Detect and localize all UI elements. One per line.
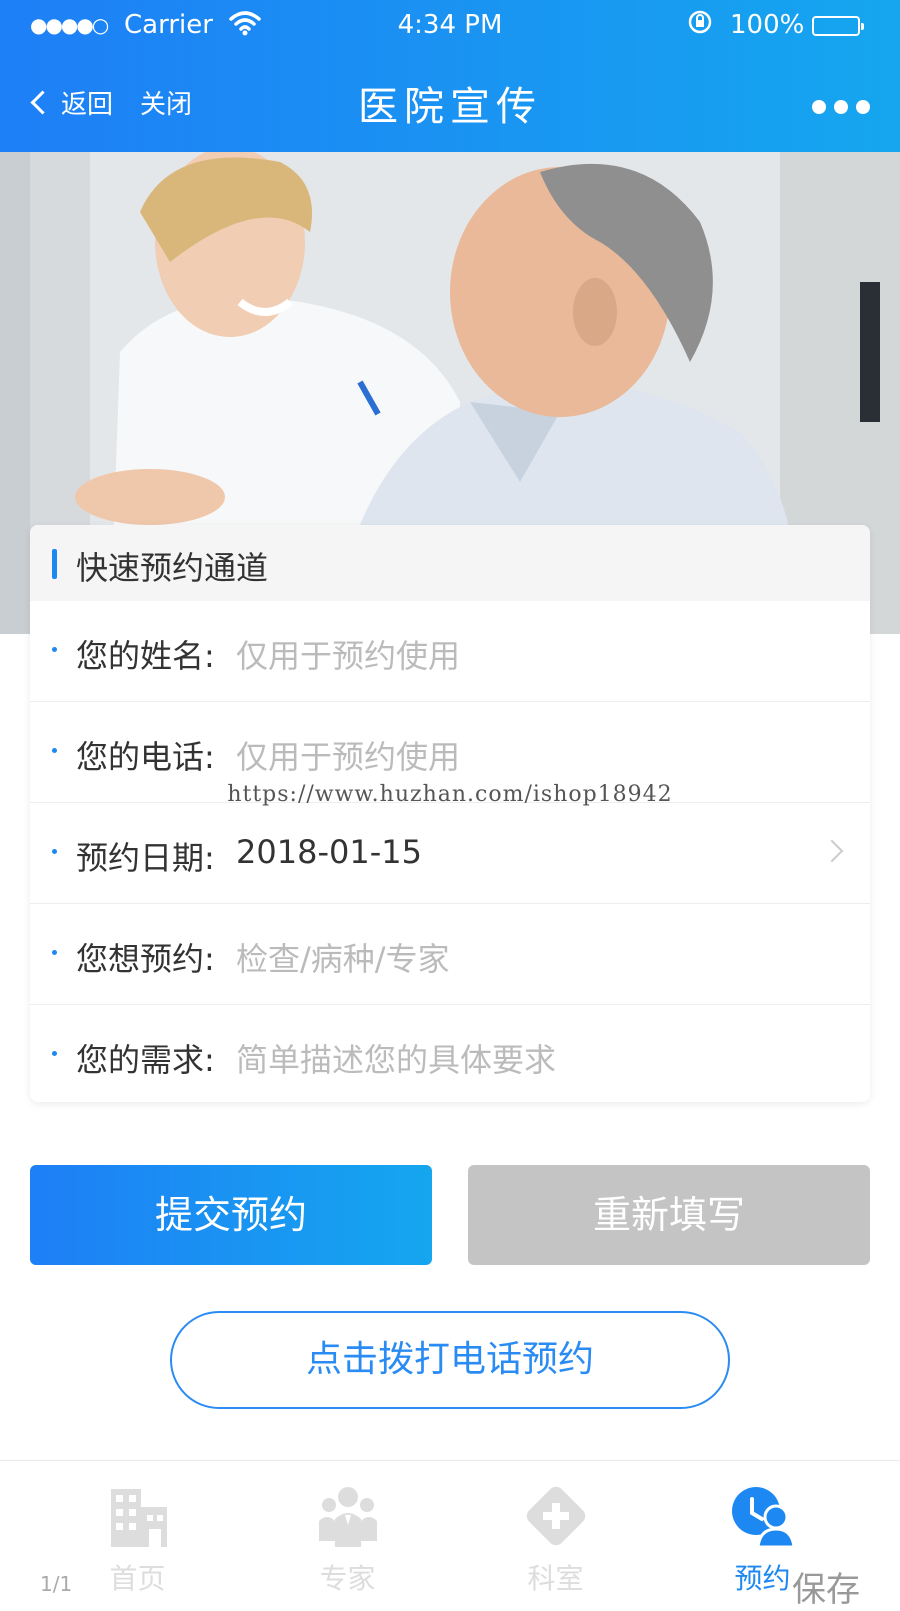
save-button[interactable]: 保存 <box>792 1562 860 1611</box>
bullet-dot <box>52 748 57 753</box>
form-header: 快速预约通道 <box>30 525 870 601</box>
reset-form-button[interactable]: 重新填写 <box>468 1165 870 1265</box>
status-bar: ●●●●○ Carrier 4:34 PM 100% <box>0 0 900 54</box>
tab-experts[interactable]: 专家 <box>235 1461 460 1596</box>
tab-departments[interactable]: 科室 <box>443 1461 668 1596</box>
name-field[interactable]: 您的姓名: 仅用于预约使用 <box>30 601 870 702</box>
bullet-dot <box>52 647 57 652</box>
medical-cross-icon <box>523 1485 589 1549</box>
date-picker[interactable]: 2018-01-15 <box>236 833 422 871</box>
appointment-type-field[interactable]: 您想预约: 检查/病种/专家 <box>30 904 870 1005</box>
tab-label: 科室 <box>527 1562 584 1595</box>
call-to-book-button[interactable]: 点击拨打电话预约 <box>170 1311 730 1409</box>
submit-appointment-button[interactable]: 提交预约 <box>30 1165 432 1265</box>
requirements-input[interactable]: 简单描述您的具体要求 <box>236 1035 556 1081</box>
date-field[interactable]: 预约日期: 2018-01-15 <box>30 803 870 904</box>
hospital-building-icon <box>105 1485 171 1549</box>
experts-group-icon <box>315 1485 381 1549</box>
form-title: 快速预约通道 <box>76 549 269 587</box>
requirements-field[interactable]: 您的需求: 简单描述您的具体要求 <box>30 1005 870 1102</box>
more-options-icon[interactable] <box>812 100 870 114</box>
form-header-accent <box>52 549 57 579</box>
bullet-dot <box>52 950 57 955</box>
rotation-lock-icon <box>686 8 714 42</box>
field-label: 您的姓名: <box>76 637 215 675</box>
chevron-right-icon <box>820 839 844 863</box>
app-header: ●●●●○ Carrier 4:34 PM 100% 返回 关闭 医院宣传 <box>0 0 900 152</box>
appointment-form: 快速预约通道 您的姓名: 仅用于预约使用 您的电话: 仅用于预约使用 预约日期:… <box>30 525 870 1102</box>
field-label: 预约日期: <box>76 839 215 877</box>
name-input[interactable]: 仅用于预约使用 <box>236 631 460 677</box>
page-indicator: 1/1 <box>40 1572 73 1596</box>
battery-percent: 100% <box>730 10 805 40</box>
tab-label: 专家 <box>319 1562 376 1595</box>
phone-input[interactable]: 仅用于预约使用 <box>236 732 460 778</box>
appointment-type-input[interactable]: 检查/病种/专家 <box>236 934 450 980</box>
navigation-bar: 返回 关闭 医院宣传 <box>0 54 900 152</box>
phone-field[interactable]: 您的电话: 仅用于预约使用 <box>30 702 870 803</box>
bullet-dot <box>52 849 57 854</box>
appointment-doctor-icon <box>730 1485 796 1549</box>
battery-icon <box>812 16 864 36</box>
field-label: 您想预约: <box>76 940 215 978</box>
field-label: 您的需求: <box>76 1041 215 1079</box>
bottom-tab-bar: 首页 专家 科室 预约 <box>0 1460 900 1596</box>
field-label: 您的电话: <box>76 738 215 776</box>
page-title: 医院宣传 <box>358 84 542 130</box>
bullet-dot <box>52 1051 57 1056</box>
